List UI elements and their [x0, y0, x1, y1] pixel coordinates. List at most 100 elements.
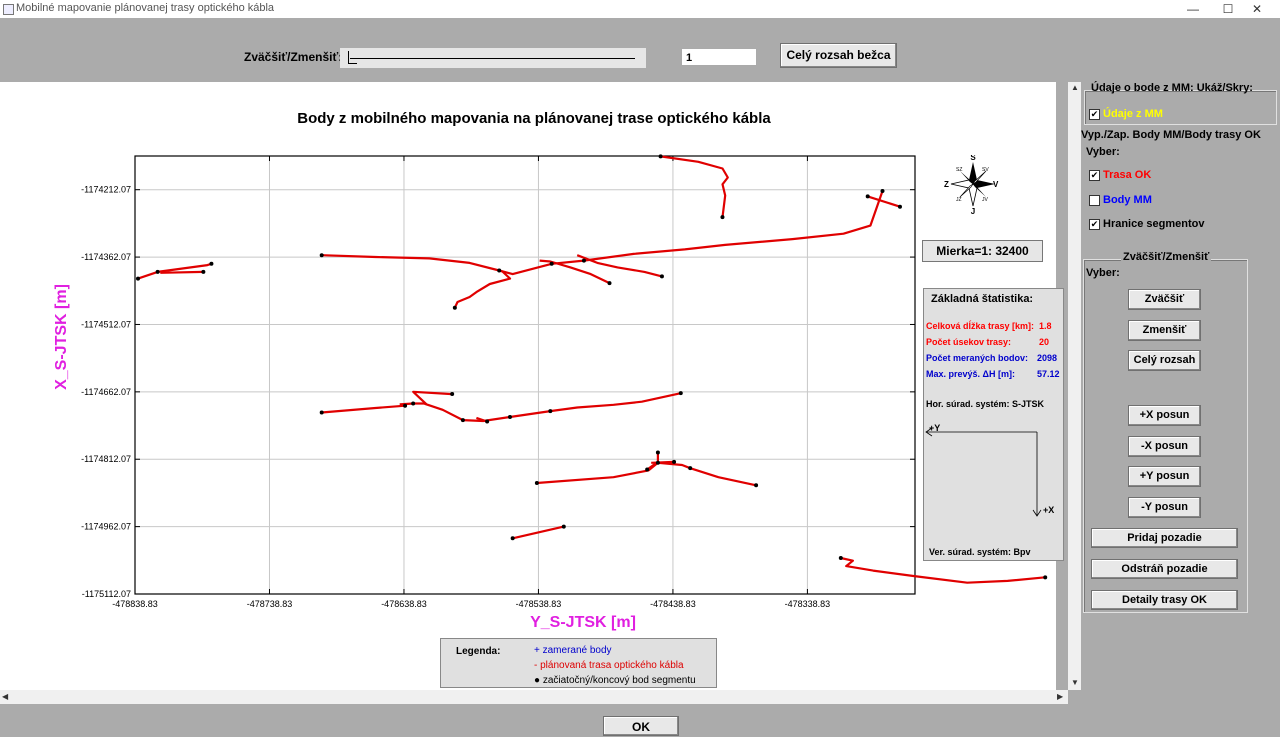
stat-dh-label: Max. prevýš. ΔH [m]: [926, 369, 1015, 379]
route-details-button[interactable]: Detaily trasy OK [1091, 590, 1238, 610]
y-tick-label: -1174212.07 [81, 185, 131, 195]
route-segment [321, 190, 884, 276]
route-segment [651, 460, 675, 464]
scroll-up-arrow-icon[interactable]: ▲ [1071, 83, 1079, 92]
x-tick-label: -478638.83 [381, 599, 427, 609]
segment-endpoint [658, 154, 663, 159]
segment-endpoint [865, 194, 870, 199]
segment-endpoint [460, 418, 465, 423]
stat-segments-value: 20 [1039, 337, 1050, 347]
close-button[interactable]: ✕ [1234, 0, 1280, 18]
y-tick-label: -1174662.07 [81, 387, 131, 397]
segment-endpoint [319, 410, 324, 415]
scroll-down-arrow-icon[interactable]: ▼ [1071, 678, 1079, 687]
legend-planned-route: - plánovaná trasa optického kábla [534, 660, 684, 671]
axis-plus-x-label: +X [1043, 505, 1055, 515]
right-panel: Údaje o bode z MM: Ukáž/Skry: ✔ Údaje z … [1081, 82, 1280, 700]
scroll-left-arrow-icon[interactable]: ◀ [2, 692, 8, 701]
segment-endpoint [135, 276, 140, 281]
zoom-in-button[interactable]: Zväčšiť [1128, 289, 1201, 310]
stat-points-label: Počet meraných bodov: [926, 353, 1029, 363]
stat-points-value: 2098 [1037, 353, 1058, 363]
compass-south: J [971, 207, 975, 215]
scale-box: Mierka=1: 32400 [922, 240, 1043, 262]
mm-data-label: Údaje z MM [1103, 108, 1163, 120]
segment-endpoint [534, 481, 539, 486]
y-tick-label: -1174812.07 [81, 454, 131, 464]
full-range-button[interactable]: Celý rozsah [1128, 350, 1201, 371]
ver-system-label: Ver. súrad. systém: Bpv [929, 547, 1031, 557]
x-tick-label: -478738.83 [247, 599, 293, 609]
compass-ne: SV [982, 167, 989, 173]
window-title: Mobilné mapovanie plánovanej trasy optic… [16, 2, 275, 14]
zoom-slider-thumb[interactable] [348, 51, 358, 64]
zoom-value-input[interactable]: 1 [681, 48, 757, 66]
stat-segments-label: Počet úsekov trasy: [926, 337, 1012, 347]
segment-endpoint [678, 391, 683, 396]
compass-sw: JZ [956, 197, 962, 203]
compass-nw: SZ [956, 167, 962, 173]
segment-endpoint [561, 524, 566, 529]
hor-system-label: Hor. súrad. systém: S-JTSK [926, 399, 1045, 409]
legend-measured-points: + zamerané body [534, 645, 612, 656]
x-tick-label: -478438.83 [650, 599, 696, 609]
segment-endpoint [201, 269, 206, 274]
horizontal-scrollbar[interactable]: ◀ ▶ [0, 690, 1068, 704]
segment-endpoint [645, 467, 650, 472]
toggle-vyber-label: Vyber: [1086, 146, 1120, 158]
segment-endpoint [581, 258, 586, 263]
segment-endpoint [452, 305, 457, 310]
segment-bounds-checkbox[interactable]: ✔ [1089, 219, 1100, 230]
stat-dh-value: 57.12 [1037, 369, 1060, 379]
route-segment [399, 392, 682, 423]
minus-y-shift-button[interactable]: -Y posun [1128, 497, 1201, 518]
x-tick-label: -478338.83 [785, 599, 831, 609]
compass-west: Z [944, 180, 949, 189]
y-tick-label: -1174362.07 [81, 252, 131, 262]
stat-length-label: Celková dĺžka trasy [km]: [926, 321, 1035, 331]
full-range-slider-button[interactable]: Celý rozsah bežca [780, 43, 897, 68]
zoom-slider[interactable] [340, 48, 646, 68]
legend-box: Legenda: + zamerané body - plánovaná tra… [440, 638, 717, 688]
body-mm-checkbox[interactable] [1089, 195, 1100, 206]
route-segment [453, 270, 512, 309]
plus-x-shift-button[interactable]: +X posun [1128, 405, 1201, 426]
map-canvas: Body z mobilného mapovania na plánovanej… [0, 82, 1064, 690]
segment-endpoint [403, 403, 408, 408]
stats-box: Základná štatistika: Celková dĺžka trasy… [923, 288, 1064, 561]
remove-background-button[interactable]: Odstráň pozadie [1091, 559, 1238, 579]
toggle-header: Vyp./Zap. Body MM/Body trasy OK [1081, 129, 1261, 141]
vertical-scrollbar[interactable]: ▲ ▼ [1068, 82, 1081, 690]
legend-segment-endpoints: ● začiatočný/koncový bod segmentu [534, 675, 696, 686]
stats-title: Základná štatistika: [931, 293, 1034, 305]
zoom-label: Zväčšiť/Zmenšiť: [244, 50, 343, 64]
segment-endpoint [411, 401, 416, 406]
plus-y-shift-button[interactable]: +Y posun [1128, 466, 1201, 487]
segment-endpoint [155, 269, 160, 274]
route-segment [867, 195, 901, 208]
segment-endpoint [754, 483, 759, 488]
app-icon [3, 4, 14, 15]
axis-plus-y-label: +Y [929, 423, 941, 433]
route-chart: -478838.83 -478738.83 -478638.83 -478538.83… [53, 154, 1048, 631]
mm-data-checkbox[interactable]: ✔ [1089, 109, 1100, 120]
segment-endpoint [510, 536, 515, 541]
segment-endpoint [688, 466, 693, 471]
minus-x-shift-button[interactable]: -X posun [1128, 436, 1201, 457]
segment-endpoint [507, 414, 512, 419]
ok-button[interactable]: OK [603, 716, 679, 736]
segment-endpoint [209, 261, 214, 266]
route-segment [321, 404, 406, 414]
add-background-button[interactable]: Pridaj pozadie [1091, 528, 1238, 548]
segment-endpoint [672, 459, 677, 464]
legend-title: Legenda: [456, 646, 501, 657]
y-axis-label: X_S-JTSK [m] [53, 284, 70, 390]
route-segment [646, 452, 660, 471]
segment-endpoint [319, 253, 324, 258]
route-segment [840, 556, 1046, 584]
compass-se: JV [982, 197, 989, 203]
plot-frame [134, 155, 916, 595]
scroll-right-arrow-icon[interactable]: ▶ [1057, 692, 1063, 701]
trasa-ok-checkbox[interactable]: ✔ [1089, 170, 1100, 181]
zoom-out-button[interactable]: Zmenšiť [1128, 320, 1201, 341]
